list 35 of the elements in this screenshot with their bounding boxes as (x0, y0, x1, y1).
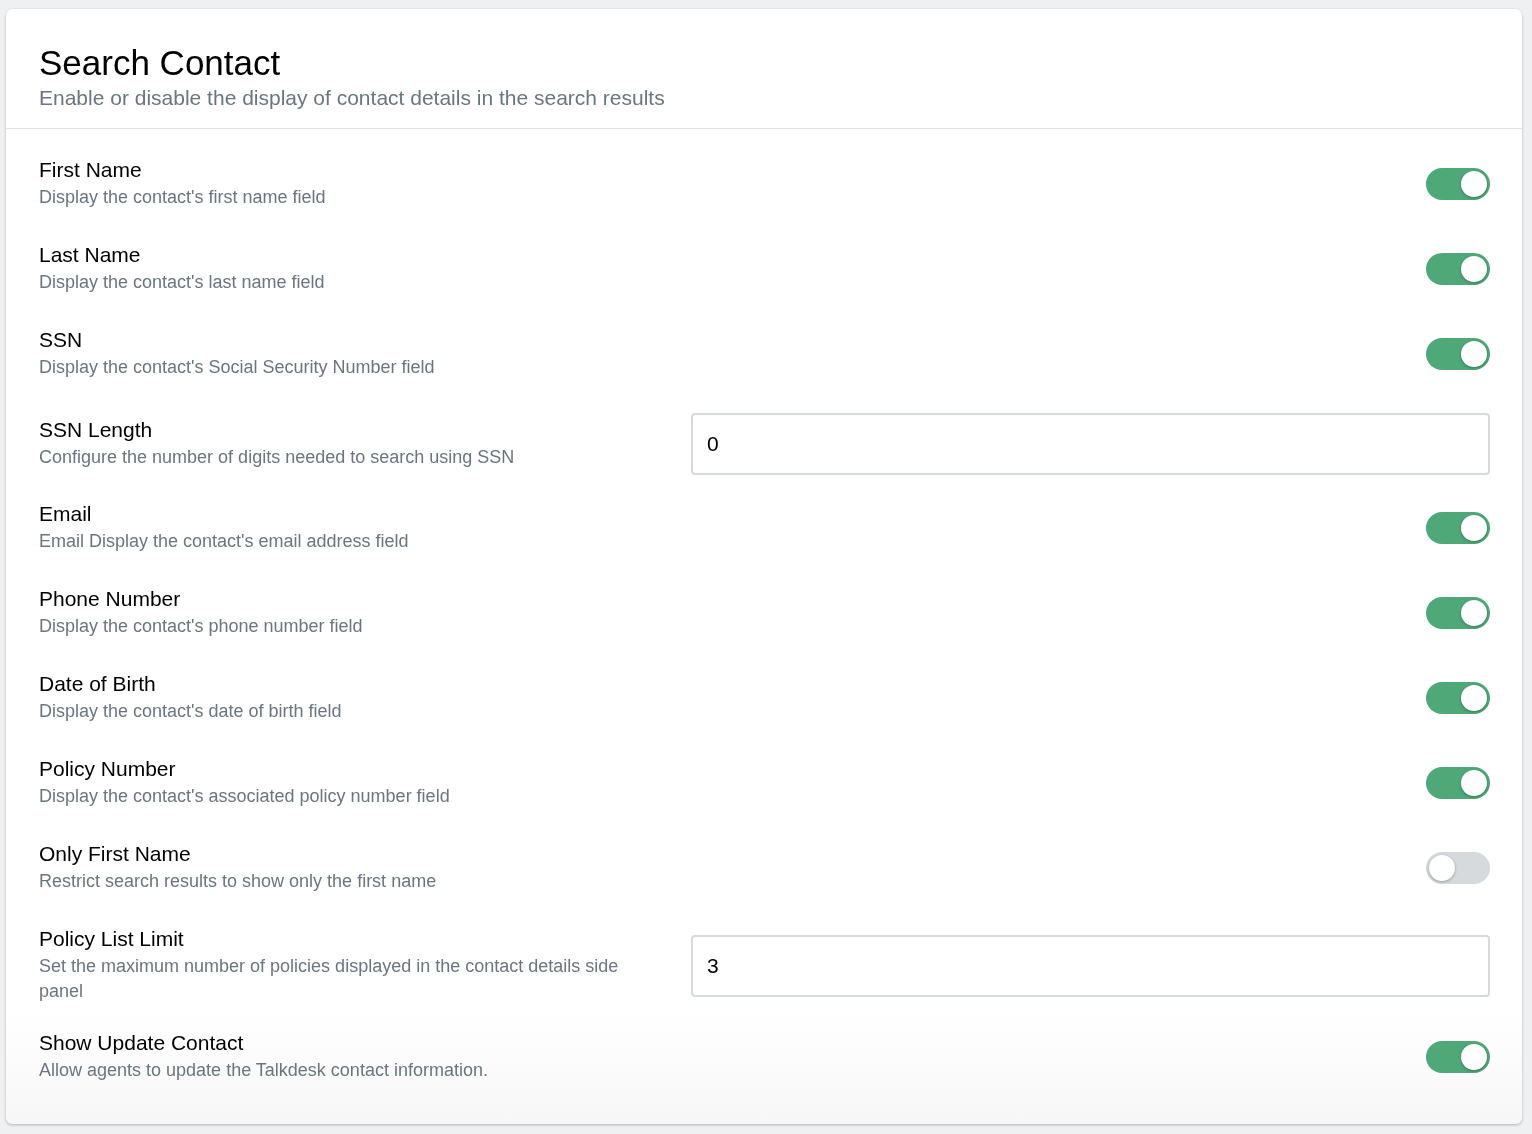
setting-label: Phone Number (39, 587, 182, 611)
setting-description: Configure the number of digits needed to search using SSN (39, 446, 516, 469)
setting-label: Policy Number (39, 757, 177, 781)
setting-label: First Name (39, 158, 143, 182)
setting-description: Display the contact's last name field (39, 271, 326, 294)
setting-description: Restrict search results to show only the first name (39, 870, 438, 893)
setting-label: Only First Name (39, 842, 192, 866)
toggle-switch[interactable] (1426, 852, 1490, 884)
toggle-switch[interactable] (1426, 253, 1490, 285)
setting-description: Display the contact's associated policy number field (39, 785, 451, 808)
setting-description: Allow agents to update the Talkdesk contact information. (39, 1059, 489, 1082)
input-field[interactable]: 3 (691, 934, 1490, 997)
toggle-switch[interactable] (1426, 682, 1490, 714)
input-field[interactable]: 0 (691, 413, 1490, 475)
setting-label: SSN (39, 328, 84, 352)
setting-label: Show Update Contact (39, 1031, 245, 1055)
setting-description: Display the contact's first name field (39, 186, 327, 209)
setting-description: Set the maximum number of policies displayed in the contact details side panel (39, 955, 620, 1003)
toggle-switch[interactable] (1426, 767, 1490, 799)
setting-label: Policy List Limit (39, 927, 185, 951)
setting-label: Last Name (39, 243, 142, 267)
toggle-switch[interactable] (1426, 338, 1490, 370)
page-title: Search Contact (39, 43, 282, 83)
toggle-switch[interactable] (1426, 597, 1490, 629)
setting-label: Email (39, 502, 93, 526)
setting-label: Date of Birth (39, 672, 157, 696)
setting-description: Email Display the contact's email address field (39, 530, 410, 553)
setting-label: SSN Length (39, 418, 154, 442)
toggle-switch[interactable] (1426, 168, 1490, 200)
setting-description: Display the contact's date of birth field (39, 700, 343, 723)
toggle-switch[interactable] (1426, 1041, 1490, 1073)
toggle-switch[interactable] (1426, 512, 1490, 544)
setting-description: Display the contact's phone number field (39, 615, 364, 638)
page-subtitle: Enable or disable the display of contact details in the search results (39, 85, 666, 111)
setting-description: Display the contact's Social Security Number field (39, 356, 436, 379)
